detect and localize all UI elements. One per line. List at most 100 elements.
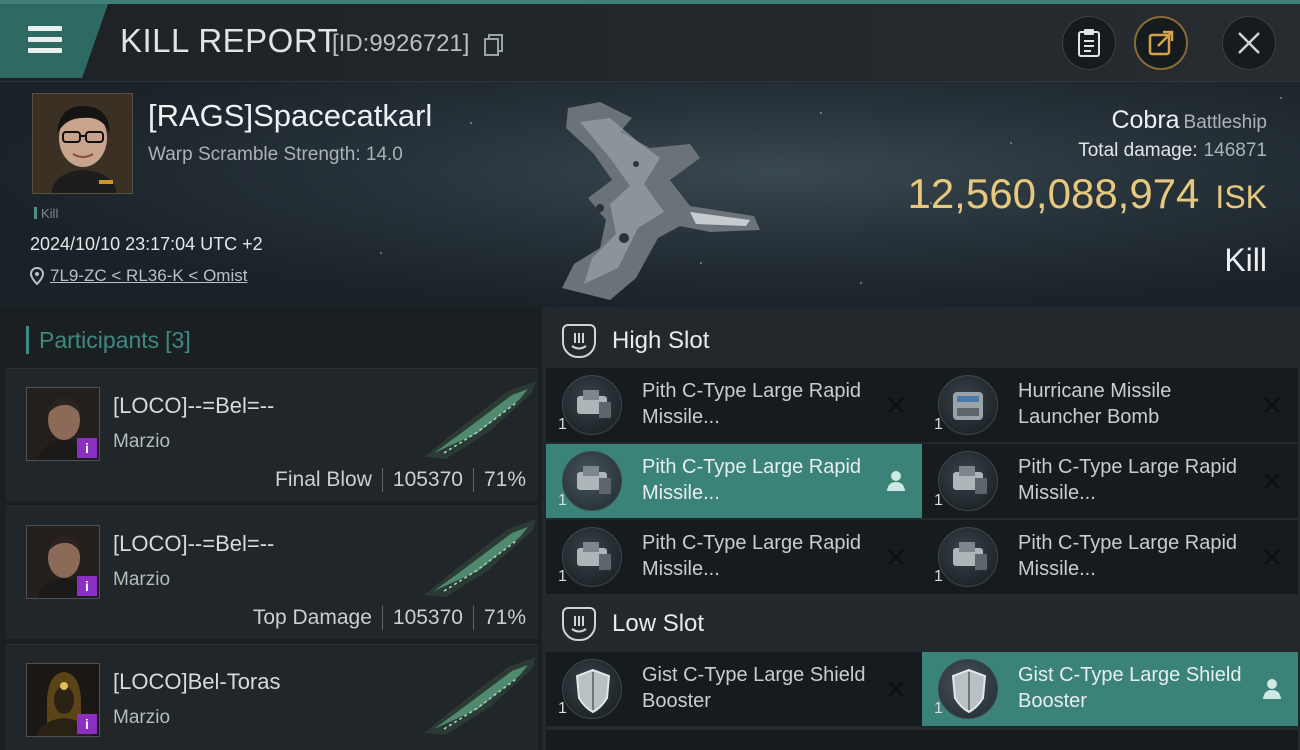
- page-title: KILL REPORT: [120, 22, 339, 59]
- participant-role: Final Blow: [275, 468, 372, 491]
- module-item[interactable]: 1 Pith C-Type Large Rapid Missile...: [922, 520, 1298, 594]
- module-quantity: 1: [558, 700, 567, 717]
- participant-stats: Final Blow 105370 71%: [275, 468, 526, 492]
- victim-portrait[interactable]: [32, 93, 133, 194]
- participants-count: [3]: [165, 326, 191, 353]
- module-quantity: 1: [934, 700, 943, 717]
- victim-name[interactable]: [RAGS]Spacecatkarl: [148, 98, 432, 134]
- participant-card[interactable]: i [LOCO]--=Bel=-- Marzio Final Blow 1053…: [6, 368, 538, 501]
- participant-name[interactable]: [LOCO]--=Bel=--: [113, 393, 274, 419]
- ship-name[interactable]: Cobra: [1111, 106, 1179, 134]
- low-slot-label: Low Slot: [612, 610, 705, 637]
- participant-card[interactable]: i [LOCO]Bel-Toras Marzio: [6, 644, 538, 750]
- participant-ship-image[interactable]: [416, 653, 540, 739]
- kill-location[interactable]: 7L9-ZC < RL36-K < Omist: [30, 266, 247, 286]
- kill-tag-label: Kill: [41, 206, 59, 221]
- module-item[interactable]: 1 Pith C-Type Large Rapid Missile...: [546, 444, 922, 518]
- module-name: Pith C-Type Large Rapid Missile...: [642, 380, 862, 428]
- participant-portrait[interactable]: i: [26, 663, 100, 737]
- participant-percent: 71%: [483, 468, 526, 491]
- module-item[interactable]: 1 Gist C-Type Large Shield Booster: [922, 652, 1298, 726]
- ship-class: Battleship: [1183, 112, 1267, 133]
- high-slot-header: High Slot: [542, 311, 1300, 371]
- launcher-module-icon: [562, 375, 622, 435]
- kill-datetime: 2024/10/10 23:17:04 UTC +2: [30, 234, 263, 254]
- info-badge[interactable]: i: [77, 438, 97, 458]
- destroyed-icon: [884, 677, 908, 701]
- clipboard-icon: [1078, 29, 1100, 57]
- destroyed-icon: [884, 545, 908, 569]
- destroyed-icon: [1260, 393, 1284, 417]
- participant-ship: Marzio: [113, 707, 171, 728]
- module-name: Pith C-Type Large Rapid Missile...: [1018, 532, 1238, 580]
- module-name: Gist C-Type Large Shield Booster: [1018, 664, 1242, 712]
- victim-ship: Cobra Battleship: [1111, 106, 1267, 135]
- module-item[interactable]: 1 Gist C-Type Large Shield Booster: [546, 652, 922, 726]
- isk-amount: 12,560,088,974: [907, 170, 1200, 217]
- shield-booster-icon: [562, 659, 622, 719]
- participant-damage: 105370: [392, 468, 463, 491]
- participant-ship-image[interactable]: [416, 515, 540, 601]
- shield-booster-icon: [938, 659, 998, 719]
- close-button[interactable]: [1222, 16, 1276, 70]
- participant-portrait[interactable]: i: [26, 387, 100, 461]
- participant-card[interactable]: i [LOCO]--=Bel=-- Marzio Top Damage 1053…: [6, 506, 538, 639]
- module-item[interactable]: [922, 730, 1298, 750]
- location-pin-icon: [30, 267, 44, 285]
- module-item[interactable]: 1 Hurricane Missile Launcher Bomb: [922, 368, 1298, 442]
- destroyed-icon: [1260, 545, 1284, 569]
- bomb-launcher-icon: [938, 375, 998, 435]
- launcher-module-icon: [938, 527, 998, 587]
- total-damage: Total damage: 146871: [1078, 140, 1267, 162]
- module-quantity: 1: [934, 492, 943, 509]
- launcher-module-icon: [562, 527, 622, 587]
- participant-stats: Top Damage 105370 71%: [253, 606, 526, 630]
- kill-tag: Kill: [34, 206, 58, 221]
- participant-portrait[interactable]: i: [26, 525, 100, 599]
- participant-ship: Marzio: [113, 431, 171, 452]
- module-quantity: 1: [558, 492, 567, 509]
- module-item[interactable]: 1 Pith C-Type Large Rapid Missile...: [546, 368, 922, 442]
- low-slot-header: Low Slot: [542, 594, 1300, 654]
- copy-icon[interactable]: [484, 34, 504, 60]
- participant-name[interactable]: [LOCO]Bel-Toras: [113, 669, 281, 695]
- total-damage-label: Total damage:: [1078, 140, 1198, 161]
- participant-ship-image[interactable]: [416, 377, 540, 463]
- participants-heading: Participants [3]: [26, 325, 191, 355]
- participant-role: Top Damage: [252, 606, 372, 629]
- clipboard-button[interactable]: [1062, 16, 1116, 70]
- location-link[interactable]: 7L9-ZC < RL36-K < Omist: [50, 266, 247, 286]
- total-damage-value: 146871: [1203, 140, 1267, 161]
- module-name: Gist C-Type Large Shield Booster: [642, 664, 866, 712]
- menu-button[interactable]: [0, 4, 108, 78]
- avatar: [33, 94, 132, 193]
- participant-ship: Marzio: [113, 569, 171, 590]
- info-badge[interactable]: i: [77, 576, 97, 596]
- module-item[interactable]: [546, 730, 922, 750]
- dropped-person-icon: [1260, 677, 1284, 701]
- module-item[interactable]: 1 Pith C-Type Large Rapid Missile...: [546, 520, 922, 594]
- header-accent-line: [0, 0, 1300, 4]
- close-icon: [1238, 32, 1260, 54]
- victim-ship-image[interactable]: [540, 88, 780, 303]
- module-name: Hurricane Missile Launcher Bomb: [1018, 380, 1172, 428]
- info-badge[interactable]: i: [77, 714, 97, 734]
- isk-unit: ISK: [1215, 179, 1267, 215]
- participants-panel: Participants [3] i [LOCO]--=Bel=-- Marzi…: [0, 307, 542, 750]
- participants-label: Participants: [39, 326, 160, 353]
- module-quantity: 1: [558, 568, 567, 585]
- victim-banner: [RAGS]Spacecatkarl Warp Scramble Strengt…: [0, 82, 1300, 307]
- low-slot-icon: [562, 607, 596, 641]
- share-button[interactable]: [1134, 16, 1188, 70]
- module-quantity: 1: [934, 416, 943, 433]
- module-quantity: 1: [934, 568, 943, 585]
- module-name: Pith C-Type Large Rapid Missile...: [642, 456, 862, 504]
- dropped-person-icon: [884, 469, 908, 493]
- participant-damage: 105370: [392, 606, 463, 629]
- header-bar: KILL REPORT [ID:9926721]: [0, 0, 1300, 82]
- module-name: Pith C-Type Large Rapid Missile...: [1018, 456, 1238, 504]
- participant-name[interactable]: [LOCO]--=Bel=--: [113, 531, 274, 557]
- module-item[interactable]: 1 Pith C-Type Large Rapid Missile...: [922, 444, 1298, 518]
- fitting-panel: High Slot 1 Pith C-Type Large Rapid Miss…: [542, 307, 1300, 750]
- participant-percent: 71%: [483, 606, 526, 629]
